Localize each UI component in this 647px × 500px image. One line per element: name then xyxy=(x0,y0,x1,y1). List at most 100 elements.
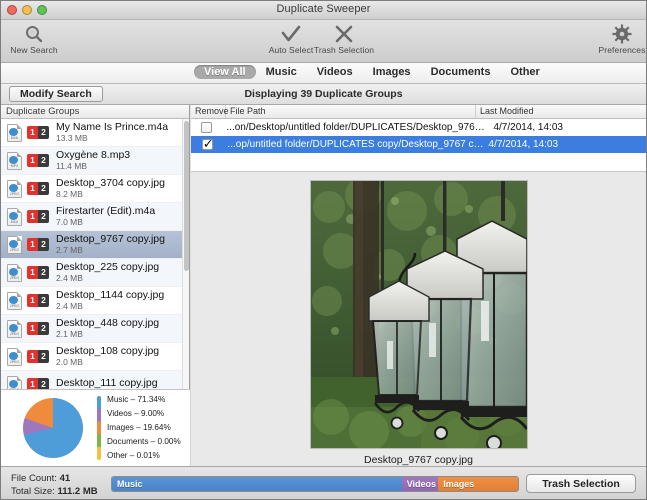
preview-caption: Desktop_9767 copy.jpg xyxy=(364,454,473,466)
duplicate-count-badge: 12 xyxy=(27,238,49,251)
duplicate-group-name: Desktop_225 copy.jpg xyxy=(56,262,160,274)
preferences-label: Preferences xyxy=(598,45,646,55)
duplicate-group-text: Firestarter (Edit).m4a 7.0 MB xyxy=(56,206,189,227)
last-modified-cell: 4/7/2014, 14:03 xyxy=(493,122,563,133)
legend-color-bar xyxy=(97,396,101,460)
preview-photo xyxy=(309,180,528,449)
tab-other[interactable]: Other xyxy=(500,65,549,79)
duplicate-group-row[interactable]: JPEG 1 2 Desktop_108 copy.jpg 2.0 MB xyxy=(1,343,189,371)
trash-selection-label: Trash Selection xyxy=(313,45,375,55)
trash-selection-toolbar-button[interactable]: Trash Selection xyxy=(311,22,377,55)
audio-file-icon: M4A xyxy=(7,123,22,142)
audio-file-icon: M4A xyxy=(7,207,22,226)
file-path-cell: ...op/untitled folder/DUPLICATES copy/De… xyxy=(227,139,485,150)
duplicate-group-name: Oxygène 8.mp3 xyxy=(56,150,131,162)
table-row[interactable]: ...op/untitled folder/DUPLICATES copy/De… xyxy=(191,136,646,153)
legend-items: Music – 71.34% Videos – 9.00% Images – 1… xyxy=(107,395,181,460)
file-counts: File Count: 41 Total Size: 111.2 MB xyxy=(11,472,98,498)
duplicate-count-badge: 12 xyxy=(27,154,49,167)
total-size-value: 111.2 MB xyxy=(57,486,98,497)
duplicate-group-text: Desktop_225 copy.jpg 2.4 MB xyxy=(56,262,189,283)
tab-documents[interactable]: Documents xyxy=(421,65,501,79)
storage-breakdown-panel: Music – 71.34% Videos – 9.00% Images – 1… xyxy=(1,389,190,466)
legend-item-music: Music – 71.34% xyxy=(107,395,166,404)
storage-stack-bar: Music Videos Images xyxy=(111,476,519,492)
trash-selection-button[interactable]: Trash Selection xyxy=(526,474,636,493)
legend-item-images: Images – 19.64% xyxy=(107,422,171,432)
duplicate-groups-list[interactable]: M4A 1 2 My Name Is Prince.m4a 13.3 MB MP3 1 2 Ox… xyxy=(1,119,189,389)
filter-tab-bar: View All Music Videos Images Documents O… xyxy=(1,63,646,84)
filter-tabs: View All Music Videos Images Documents O… xyxy=(194,65,550,79)
count-badge-primary: 1 xyxy=(27,126,38,139)
duplicate-groups-header: Duplicate Groups xyxy=(1,105,189,119)
duplicate-group-row[interactable]: JPEG 12 Desktop_111 copy.jpg xyxy=(1,371,189,389)
duplicate-group-size: 13.3 MB xyxy=(56,133,88,144)
column-header-file-path[interactable]: File Path xyxy=(226,105,476,118)
footer-bar: File Count: 41 Total Size: 111.2 MB Musi… xyxy=(1,466,646,499)
duplicate-group-name: Firestarter (Edit).m4a xyxy=(56,206,156,218)
duplicate-group-size: 2.4 MB xyxy=(56,273,83,284)
jpeg-file-icon: JPEG xyxy=(7,291,22,310)
main-body: Duplicate Groups M4A 1 2 My Name Is Prince.… xyxy=(1,105,646,466)
file-count-label: File Count: xyxy=(11,473,57,484)
duplicate-group-text: Desktop_9767 copy.jpg 2.7 MB xyxy=(56,234,189,255)
duplicate-group-row[interactable]: JPEG 1 2 Desktop_448 copy.jpg 2.1 MB xyxy=(1,315,189,343)
duplicate-group-text: Desktop_448 copy.jpg 2.1 MB xyxy=(56,318,189,339)
duplicate-group-size: 11.4 MB xyxy=(56,161,88,172)
duplicate-group-text: Desktop_1144 copy.jpg 2.4 MB xyxy=(56,290,189,311)
pie-legend: Music – 71.34% Videos – 9.00% Images – 1… xyxy=(97,395,181,460)
duplicate-group-name: My Name Is Prince.m4a xyxy=(56,122,169,134)
remove-cell xyxy=(191,136,223,151)
duplicate-group-row[interactable]: JPEG 1 2 Desktop_9767 copy.jpg 2.7 MB xyxy=(1,231,189,259)
count-badge-secondary: 2 xyxy=(38,182,49,195)
duplicate-group-row[interactable]: M4A 1 2 My Name Is Prince.m4a 13.3 MB xyxy=(1,119,189,147)
column-header-last-modified[interactable]: Last Modified xyxy=(476,105,646,118)
duplicate-group-row[interactable]: JPEG 1 2 Desktop_1144 copy.jpg 2.4 MB xyxy=(1,287,189,315)
remove-checkbox[interactable] xyxy=(201,136,213,151)
file-path-cell: ...on/Desktop/untitled folder/DUPLICATES… xyxy=(226,122,489,133)
duplicate-count-badge: 12 xyxy=(27,266,49,279)
column-header-remove[interactable]: Remove xyxy=(191,105,229,118)
sidebar-scrollbar[interactable] xyxy=(182,119,189,389)
file-table-header: Remove File Path Last Modified xyxy=(191,105,646,119)
total-size-label: Total Size: xyxy=(11,486,55,497)
count-badge-secondary: 2 xyxy=(38,350,49,363)
tab-view-all[interactable]: View All xyxy=(194,65,256,79)
duplicate-group-name: Desktop_1144 copy.jpg xyxy=(56,290,165,302)
count-badge-primary: 1 xyxy=(27,210,38,223)
duplicate-group-name: Desktop_448 copy.jpg xyxy=(56,318,160,330)
duplicate-group-row[interactable]: M4A 1 2 Firestarter (Edit).m4a 7.0 MB xyxy=(1,203,189,231)
stack-segment-videos: Videos xyxy=(401,477,439,491)
duplicate-group-row[interactable]: JPEG 1 2 Desktop_3704 copy.jpg 8.2 MB xyxy=(1,175,189,203)
count-badge-secondary: 2 xyxy=(38,154,49,167)
count-badge-primary: 1 xyxy=(27,350,38,363)
duplicate-group-text: Desktop_3704 copy.jpg 8.2 MB xyxy=(56,178,189,199)
app-window: Duplicate Sweeper New Search Auto Select… xyxy=(0,0,647,500)
duplicate-count-badge: 12 xyxy=(27,378,49,389)
jpeg-file-icon: JPEG xyxy=(7,179,22,198)
new-search-button[interactable]: New Search xyxy=(1,22,67,55)
count-badge-secondary: 2 xyxy=(38,210,49,223)
count-badge-secondary: 2 xyxy=(38,238,49,251)
tab-videos[interactable]: Videos xyxy=(307,65,363,79)
stack-segment-music: Music xyxy=(112,477,402,491)
jpeg-file-icon: JPEG xyxy=(7,347,22,366)
count-badge-primary: 1 xyxy=(27,154,38,167)
count-badge-secondary: 2 xyxy=(38,126,49,139)
magnifier-icon xyxy=(1,22,67,46)
displaying-status: Displaying 39 Duplicate Groups xyxy=(244,88,403,100)
lantern-photo-graphic xyxy=(310,181,527,448)
preferences-button[interactable]: Preferences xyxy=(589,22,646,55)
count-badge-secondary: 2 xyxy=(38,378,49,389)
duplicate-group-size: 2.4 MB xyxy=(56,301,83,312)
tab-music[interactable]: Music xyxy=(256,65,307,79)
duplicate-group-size: 2.1 MB xyxy=(56,329,83,340)
duplicate-group-row[interactable]: MP3 1 2 Oxygène 8.mp3 11.4 MB xyxy=(1,147,189,175)
sidebar-scrollbar-thumb[interactable] xyxy=(184,121,189,271)
search-status-bar: Modify Search Displaying 39 Duplicate Gr… xyxy=(1,84,646,105)
remove-checkbox[interactable] xyxy=(201,122,213,133)
audio-file-icon: MP3 xyxy=(7,151,22,170)
duplicate-group-row[interactable]: JPEG 1 2 Desktop_225 copy.jpg 2.4 MB xyxy=(1,259,189,287)
tab-images[interactable]: Images xyxy=(363,65,421,79)
table-row[interactable]: ...on/Desktop/untitled folder/DUPLICATES… xyxy=(191,119,646,136)
